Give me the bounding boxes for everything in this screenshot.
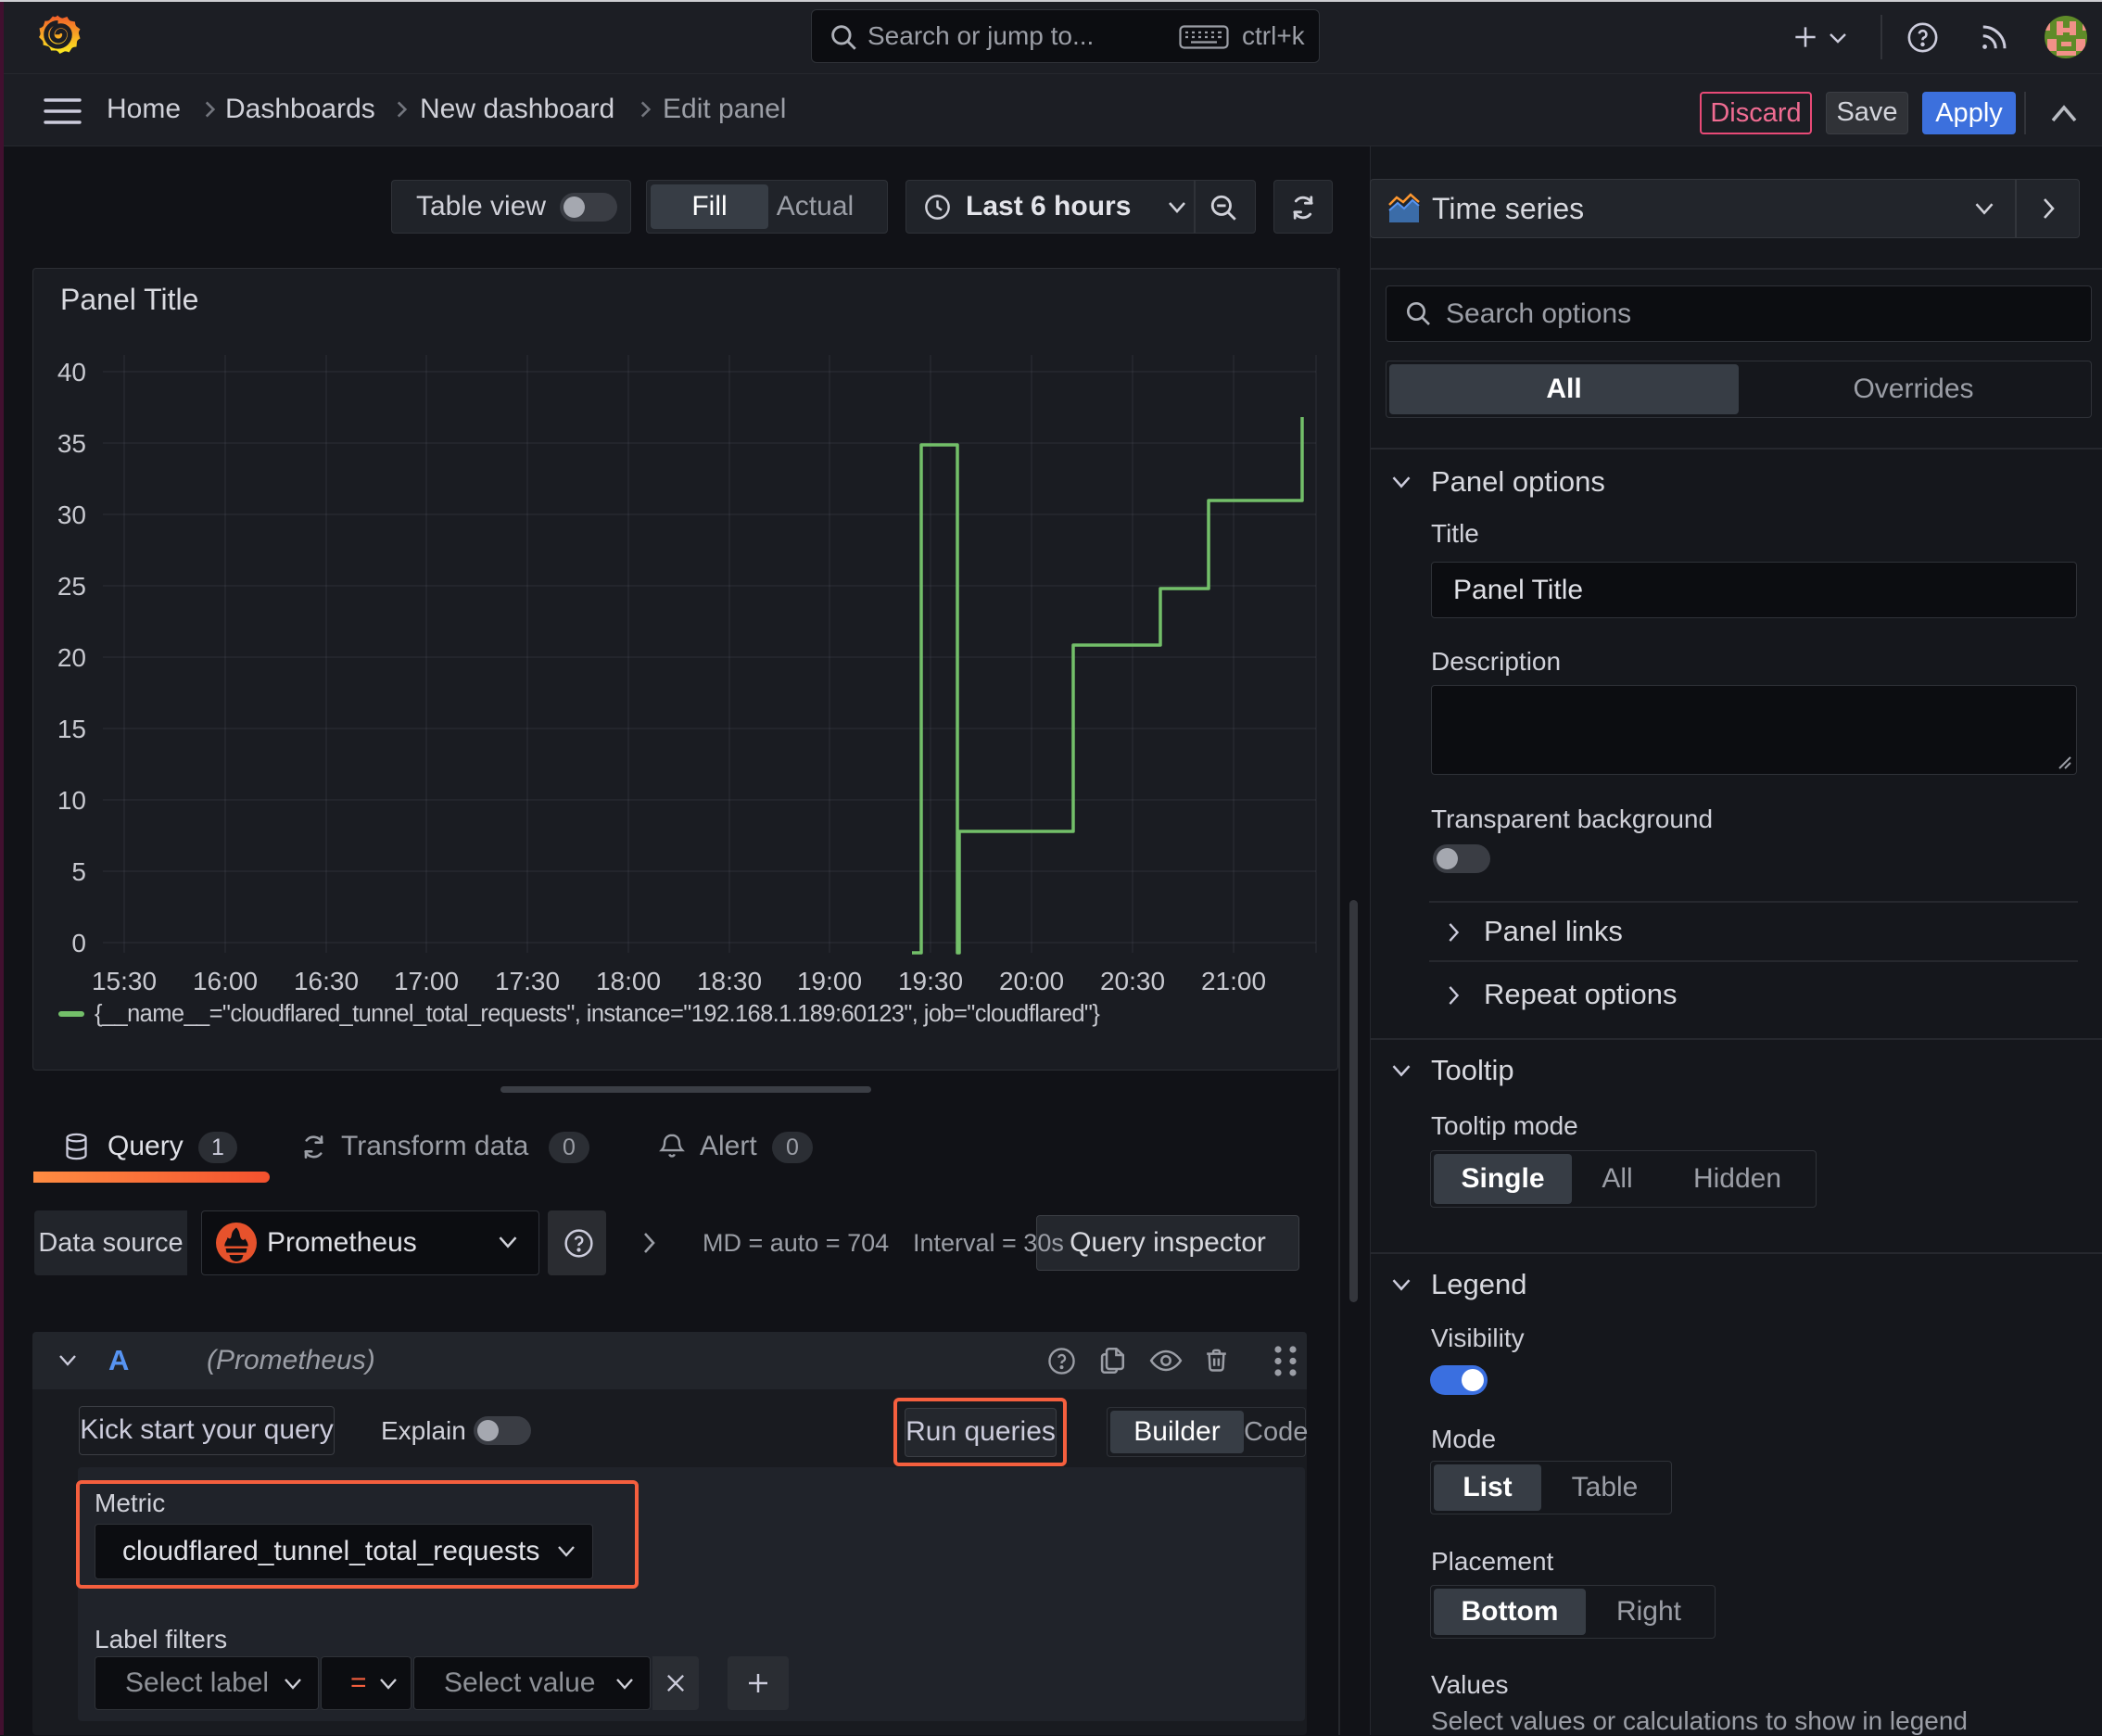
svg-text:21:00: 21:00 <box>1201 967 1266 995</box>
svg-text:17:30: 17:30 <box>495 967 560 995</box>
svg-text:16:30: 16:30 <box>294 967 359 995</box>
svg-text:17:00: 17:00 <box>394 967 459 995</box>
svg-text:{__name__="cloudflared_tunnel_: {__name__="cloudflared_tunnel_total_requ… <box>95 1001 1100 1027</box>
svg-text:19:00: 19:00 <box>797 967 862 995</box>
svg-text:25: 25 <box>57 572 86 601</box>
svg-text:20:30: 20:30 <box>1100 967 1165 995</box>
svg-text:30: 30 <box>57 501 86 529</box>
svg-text:5: 5 <box>71 857 86 886</box>
svg-text:35: 35 <box>57 429 86 458</box>
svg-text:15: 15 <box>57 715 86 743</box>
svg-text:15:30: 15:30 <box>92 967 157 995</box>
svg-text:18:00: 18:00 <box>596 967 661 995</box>
svg-text:0: 0 <box>71 929 86 957</box>
svg-text:19:30: 19:30 <box>898 967 963 995</box>
svg-text:18:30: 18:30 <box>697 967 762 995</box>
svg-text:20:00: 20:00 <box>999 967 1064 995</box>
svg-text:16:00: 16:00 <box>193 967 258 995</box>
svg-text:10: 10 <box>57 786 86 815</box>
svg-text:20: 20 <box>57 643 86 672</box>
svg-text:40: 40 <box>57 358 86 386</box>
